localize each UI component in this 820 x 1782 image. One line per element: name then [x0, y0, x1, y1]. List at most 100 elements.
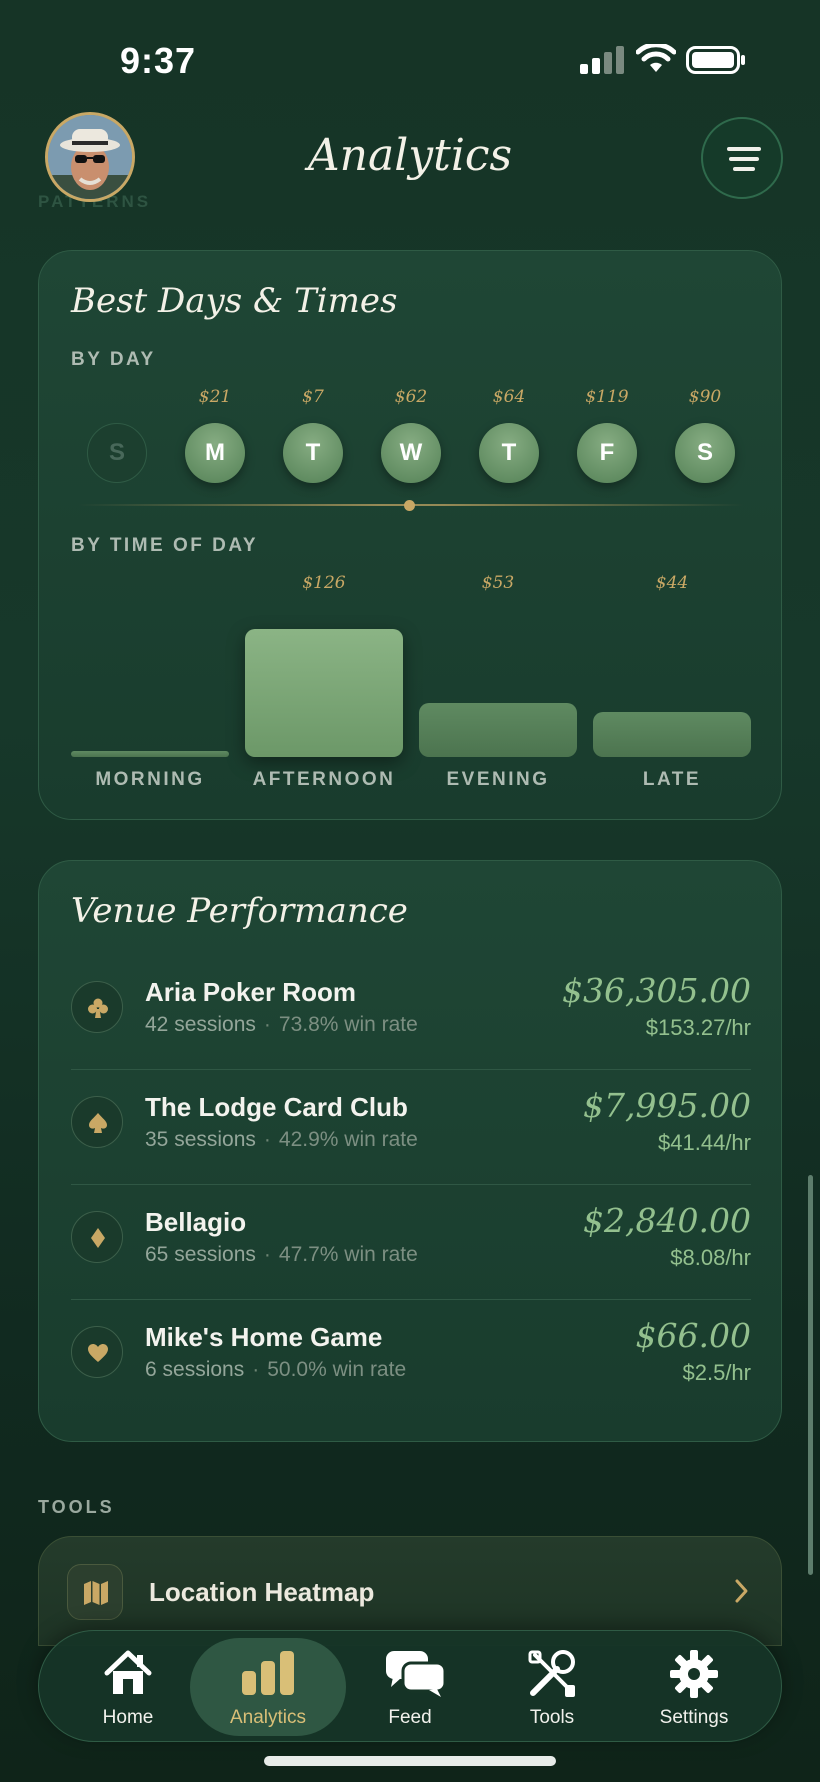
tab-analytics[interactable]: Analytics [190, 1638, 346, 1736]
bar-label-afternoon: AFTERNOON [252, 769, 396, 790]
venue-sessions: 35 sessions [145, 1128, 256, 1151]
day-thursday[interactable]: $64 T [479, 385, 539, 483]
venue-name: Aria Poker Room [145, 977, 356, 1007]
diamond-icon [71, 1211, 123, 1263]
card-title: Venue Performance [71, 891, 408, 931]
bar-label-late: LATE [642, 769, 702, 790]
tab-feed[interactable]: Feed [339, 1631, 481, 1743]
venue-hourly: $8.08/hr [670, 1245, 751, 1270]
club-icon [71, 981, 123, 1033]
venue-name: Mike's Home Game [145, 1322, 383, 1352]
day-circle: F [577, 423, 637, 483]
venue-win-rate: 50.0% win rate [267, 1358, 407, 1381]
venue-win-rate: 42.9% win rate [278, 1128, 418, 1151]
day-amount: $90 [688, 387, 722, 407]
venue-profit: $36,305.00 [562, 971, 751, 1010]
home-icon [104, 1650, 152, 1694]
venue-stats: 65 sessions · 47.7% win rate [145, 1243, 418, 1266]
tab-settings[interactable]: Settings [623, 1631, 765, 1743]
venue-sessions: 42 sessions [145, 1013, 256, 1036]
venue-profit: $7,995.00 [583, 1086, 751, 1125]
day-saturday[interactable]: $90 S [675, 385, 735, 483]
tab-bar: Home Analytics Feed Tools Settings [38, 1630, 782, 1742]
cellular-signal-icon [580, 46, 624, 74]
bar-label-evening: EVENING [446, 769, 550, 790]
bar-evening[interactable] [419, 703, 577, 757]
battery-icon [686, 46, 745, 74]
venue-row[interactable]: The Lodge Card Club 35 sessions · 42.9% wi… [71, 1070, 751, 1185]
menu-line [729, 157, 759, 161]
tool-name: Location Heatmap [149, 1577, 375, 1607]
venue-name: Bellagio [145, 1207, 247, 1237]
day-monday[interactable]: $21 M [185, 385, 245, 483]
bar-late[interactable] [593, 712, 751, 757]
map-icon [67, 1564, 123, 1620]
tab-tools[interactable]: Tools [481, 1631, 623, 1743]
tab-label: Analytics [229, 1707, 307, 1728]
tab-label: Settings [659, 1707, 729, 1728]
day-amount: $21 [198, 387, 232, 407]
bar-amount-evening: $53 [481, 573, 515, 593]
page-title: Analytics [307, 130, 513, 181]
chevron-right-icon [735, 1579, 748, 1603]
home-indicator[interactable] [264, 1756, 556, 1766]
page-indicator-dot [404, 500, 415, 511]
day-circle: M [185, 423, 245, 483]
venue-stats: 6 sessions · 50.0% win rate [145, 1358, 407, 1381]
day-tuesday[interactable]: $7 T [283, 385, 343, 483]
day-amount: $64 [492, 387, 526, 407]
status-time: 9:37 [120, 40, 197, 81]
day-circle: W [381, 423, 441, 483]
card-title: Best Days & Times [71, 281, 398, 321]
venue-sessions: 6 sessions [145, 1358, 245, 1381]
venue-hourly: $153.27/hr [645, 1015, 751, 1040]
venue-win-rate: 73.8% win rate [278, 1013, 418, 1036]
day-amount: $7 [302, 387, 324, 407]
venue-performance-card: Venue Performance Aria Poker Room 42 ses… [38, 860, 782, 1442]
venue-stats: 42 sessions · 73.8% win rate [145, 1013, 418, 1036]
venue-profit: $2,840.00 [583, 1201, 751, 1240]
day-circle: T [479, 423, 539, 483]
venue-row[interactable]: Mike's Home Game 6 sessions · 50.0% win ra… [71, 1300, 751, 1415]
day-circle: T [283, 423, 343, 483]
venue-row[interactable]: Bellagio 65 sessions · 47.7% win rate $2,8… [71, 1185, 751, 1300]
tab-home[interactable]: Home [57, 1631, 199, 1743]
bar-amount-afternoon: $126 [302, 573, 346, 593]
tab-label: Home [102, 1707, 154, 1728]
spade-icon [71, 1096, 123, 1148]
venue-row[interactable]: Aria Poker Room 42 sessions · 73.8% win ra… [71, 955, 751, 1070]
chat-bubbles-icon [386, 1651, 447, 1697]
day-amount [87, 385, 147, 409]
day-circle: S [87, 423, 147, 483]
status-bar: 9:37 [0, 0, 820, 110]
bar-chart-icon [242, 1651, 294, 1695]
tools-section-label: TOOLS [38, 1497, 115, 1517]
day-amount: $62 [394, 387, 428, 407]
tab-label: Tools [529, 1707, 575, 1728]
best-days-card: Best Days & Times BY DAY S $21 M $7 T $6… [38, 250, 782, 820]
scrollbar[interactable] [808, 1175, 813, 1575]
venue-hourly: $41.44/hr [658, 1130, 751, 1155]
bar-amount-late: $44 [655, 573, 689, 593]
bar-label-morning: MORNING [95, 769, 205, 790]
by-day-label: BY DAY [71, 349, 156, 370]
bar-morning[interactable] [71, 751, 229, 757]
day-sunday[interactable]: S [87, 385, 147, 483]
venue-hourly: $2.5/hr [682, 1360, 752, 1385]
day-friday[interactable]: $119 F [577, 385, 637, 483]
day-amount: $119 [585, 387, 629, 407]
venue-stats: 35 sessions · 42.9% win rate [145, 1128, 418, 1151]
venue-name: The Lodge Card Club [145, 1092, 408, 1122]
venue-profit: $66.00 [635, 1316, 751, 1355]
venue-win-rate: 47.7% win rate [278, 1243, 418, 1266]
day-circle: S [675, 423, 735, 483]
tools-icon [528, 1650, 575, 1697]
heart-icon [71, 1326, 123, 1378]
menu-line [727, 147, 761, 151]
by-time-label: BY TIME OF DAY [71, 535, 259, 556]
venue-sessions: 65 sessions [145, 1243, 256, 1266]
day-wednesday[interactable]: $62 W [381, 385, 441, 483]
bar-afternoon[interactable] [245, 629, 403, 757]
filter-menu-button[interactable] [701, 117, 783, 199]
wifi-icon [636, 44, 676, 72]
